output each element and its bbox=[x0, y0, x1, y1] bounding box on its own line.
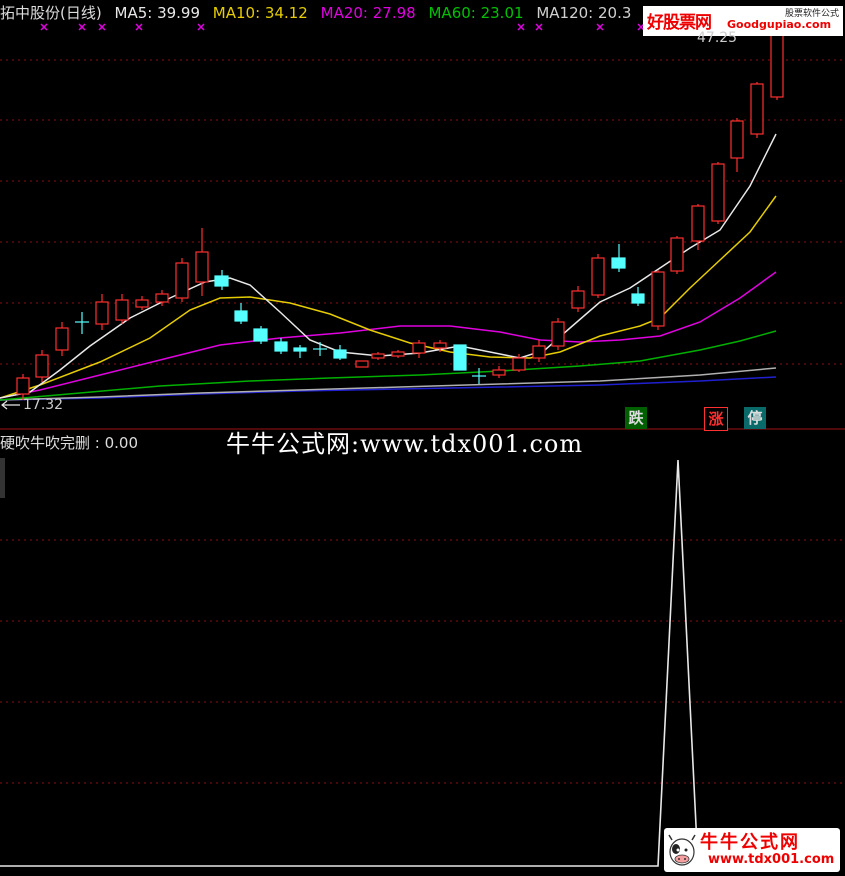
candle-up bbox=[16, 28, 784, 400]
top-watermark-url: Goodgupiao.com bbox=[727, 18, 832, 31]
badge-die: 跌 bbox=[625, 407, 647, 429]
bottom-watermark-url: www.tdx001.com bbox=[708, 852, 835, 867]
ma120-value: MA120: 20.3 bbox=[536, 4, 632, 22]
top-watermark: 好股票网 Goodgupiao.com 股票软件公式 bbox=[643, 6, 843, 36]
high-price-label: 47.25 bbox=[697, 30, 738, 46]
ma20-value: MA20: 27.98 bbox=[320, 4, 416, 22]
low-price-label: 17.32 bbox=[23, 397, 64, 413]
badge-ting: 停 bbox=[744, 407, 766, 429]
ma120-line bbox=[0, 367, 777, 401]
panel-handle[interactable] bbox=[0, 458, 5, 498]
top-watermark-small: 股票软件公式 bbox=[784, 9, 839, 19]
left-arrow-icon bbox=[1, 400, 20, 410]
ma-legend: 拓中股份(日线) MA5: 39.99 MA10: 34.12 MA20: 27… bbox=[0, 3, 639, 23]
ma10-value: MA10: 34.12 bbox=[212, 4, 308, 22]
indicator-title: 硬吹牛吹完删 : 0.00 bbox=[0, 434, 138, 452]
bottom-watermark: 牛牛公式网 www.tdx001.com bbox=[664, 828, 840, 872]
center-watermark: 牛牛公式网:www.tdx001.com bbox=[226, 430, 584, 458]
ma5-value: MA5: 39.99 bbox=[114, 4, 201, 22]
ma5-line bbox=[0, 133, 777, 399]
bottom-watermark-title: 牛牛公式网 bbox=[700, 832, 800, 853]
indicator-line bbox=[0, 459, 700, 867]
badge-zhang: 涨 bbox=[704, 407, 728, 431]
candlesticks bbox=[16, 28, 784, 400]
cow-mascot-icon bbox=[668, 834, 696, 866]
ma60-value: MA60: 23.01 bbox=[428, 4, 524, 22]
stock-title: 拓中股份(日线) bbox=[0, 4, 102, 22]
magenta-x-marker-icon bbox=[40, 23, 645, 31]
indicator-gridlines bbox=[0, 539, 845, 784]
